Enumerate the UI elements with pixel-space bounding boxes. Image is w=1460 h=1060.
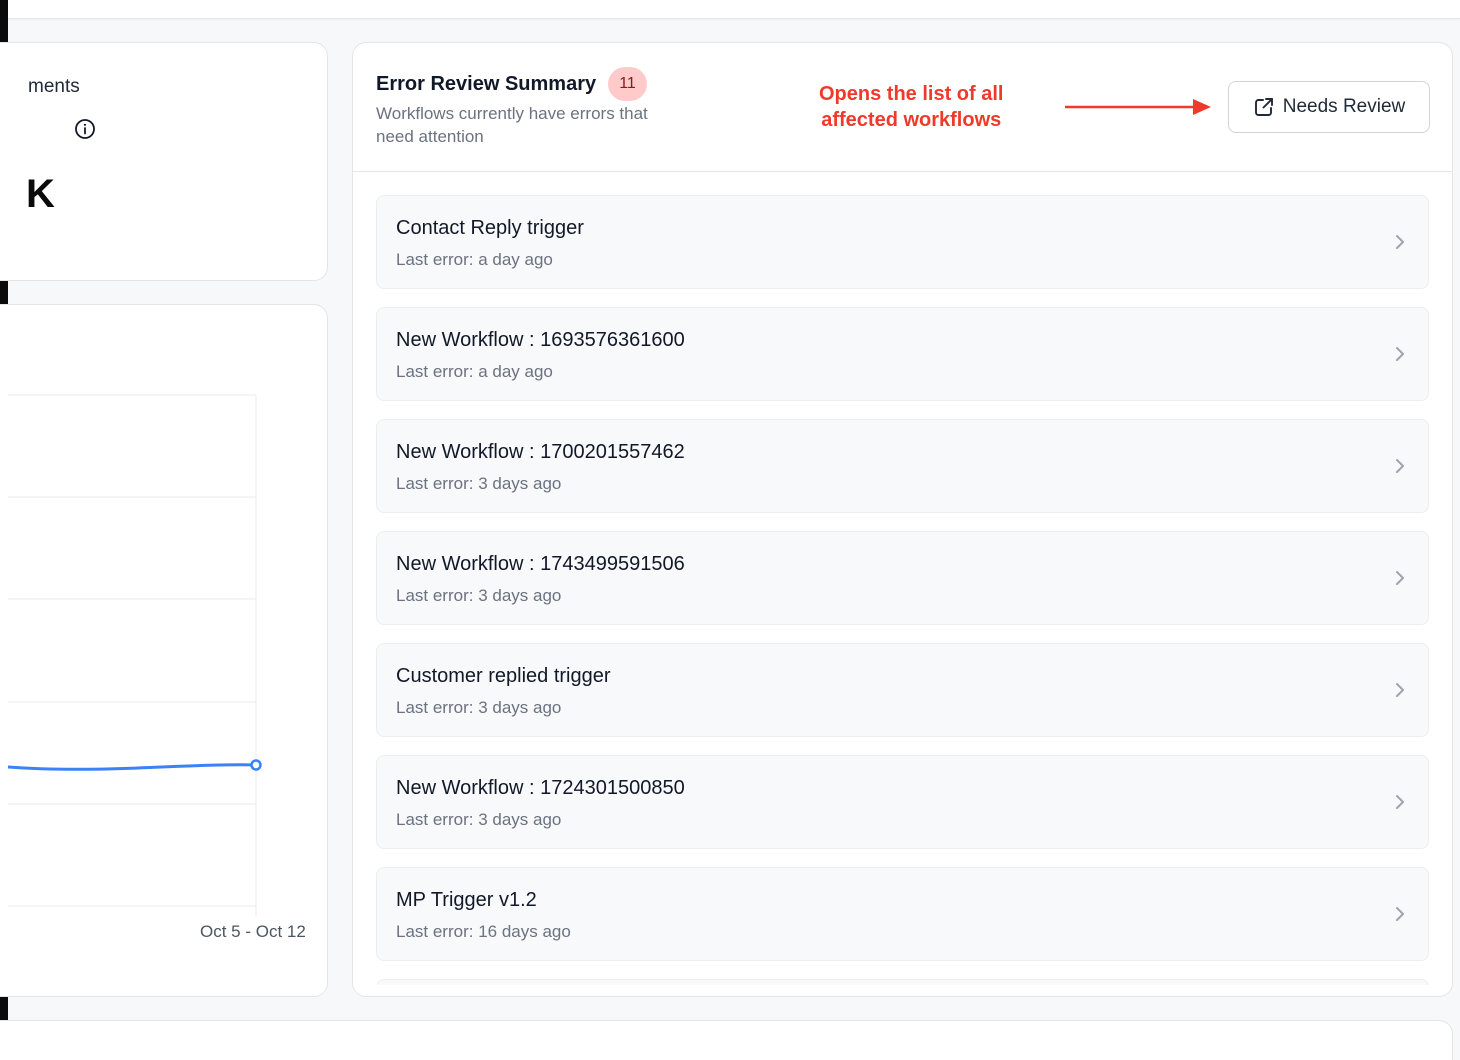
trend-chart [8,394,262,916]
error-review-card: Error Review Summary 11 Workflows curren… [352,42,1453,997]
chevron-right-icon [1396,235,1404,249]
workflow-list: Contact Reply trigger Last error: a day … [376,195,1430,985]
workflow-last-error: Last error: a day ago [396,250,553,269]
annotation-line-1: Opens the list of all [819,83,1004,105]
annotation-callout: Opens the list of all affected workflows [819,81,1003,133]
workflow-last-error: Last error: 3 days ago [396,586,562,605]
workflow-item[interactable]: MP Trigger v1.2 Last error: 16 days ago [376,867,1429,961]
workflow-last-error: Last error: 16 days ago [396,922,571,941]
bottom-card [0,1020,1453,1060]
review-header: Error Review Summary 11 Workflows curren… [353,43,1452,172]
workflow-name: New Workflow : 1724301500850 [396,777,685,799]
trend-point [250,759,262,771]
workflow-last-error: Last error: a day ago [396,362,553,381]
workflow-last-error: Last error: 3 days ago [396,810,562,829]
workflow-last-error: Last error: 3 days ago [396,698,562,717]
workflow-name: Customer replied trigger [396,665,611,687]
chart-x-label: Oct 5 - Oct 12 [200,922,306,941]
top-bar [8,0,1460,19]
annotation-line-2: affected workflows [821,109,1002,131]
workflow-item[interactable]: New Workflow : 1743499591506 Last error:… [376,531,1429,625]
external-link-icon [1254,98,1273,116]
info-circle-icon[interactable] [74,118,96,140]
chevron-right-icon [1396,795,1404,809]
trend-line [8,763,258,771]
workflow-item[interactable]: Contact Reply trigger Last error: a day … [376,195,1429,289]
chevron-right-icon [1396,571,1404,585]
workflow-item[interactable]: New Workflow : 1700201557462 Last error:… [376,419,1429,513]
review-title: Error Review Summary [376,73,597,95]
workflow-name: MP Trigger v1.2 [396,889,537,911]
workflow-item[interactable]: Customer replied trigger Last error: 3 d… [376,643,1429,737]
arrow-right-icon [1065,99,1211,115]
needs-review-label: Needs Review [1282,96,1406,117]
error-count-badge: 11 [608,67,647,101]
workflow-name: New Workflow : 1700201557462 [396,441,685,463]
workflow-item[interactable]: New Workflow : 1724301500850 Last error:… [376,755,1429,849]
chevron-right-icon [1396,907,1404,921]
chevron-right-icon [1396,347,1404,361]
workflow-item[interactable]: New Workflow : 1693576361600 Last error:… [376,307,1429,401]
workflow-name: New Workflow : 1693576361600 [396,329,685,351]
workflow-item[interactable] [376,979,1429,985]
stat-label: ments [28,76,80,97]
workflow-name: Contact Reply trigger [396,217,584,239]
stat-value: K [26,172,55,216]
workflow-last-error: Last error: 3 days ago [396,474,562,493]
needs-review-button[interactable]: Needs Review [1228,81,1430,133]
review-subtitle: Workflows currently have errors that nee… [376,104,648,146]
chevron-right-icon [1396,683,1404,697]
workflow-name: New Workflow : 1743499591506 [396,553,685,575]
chevron-right-icon [1396,459,1404,473]
